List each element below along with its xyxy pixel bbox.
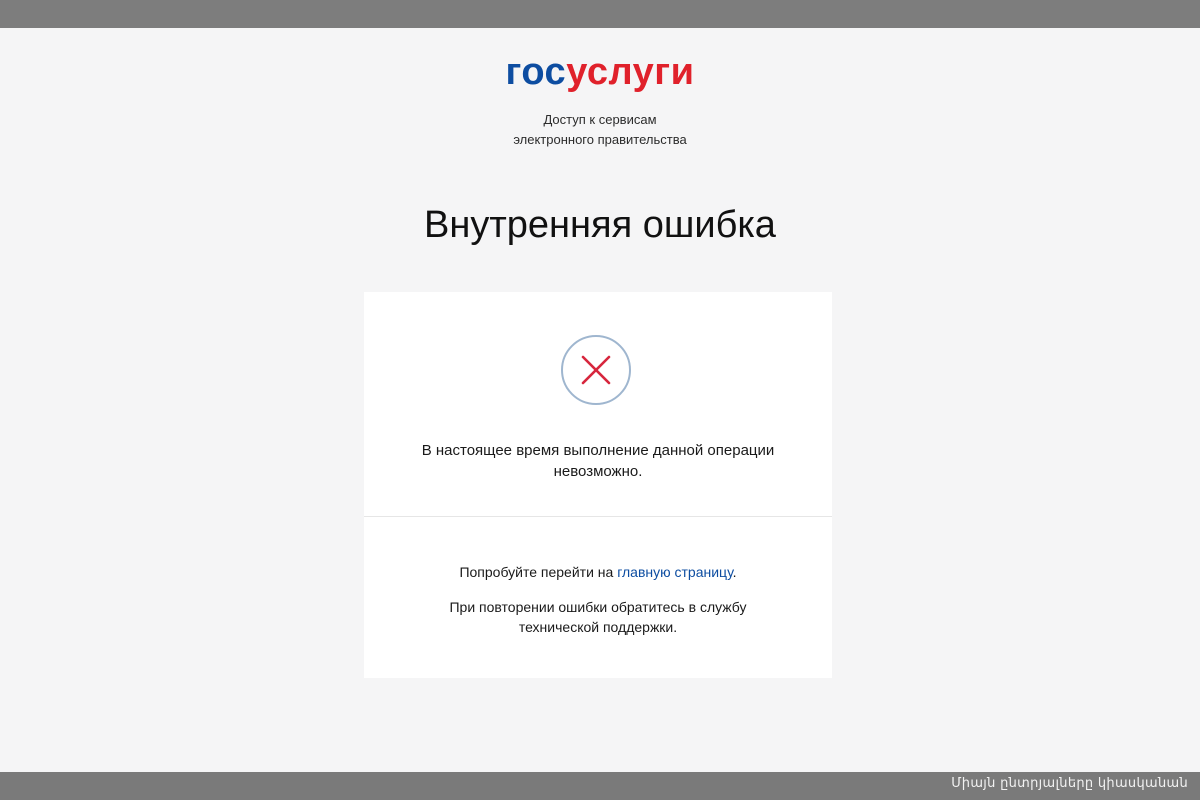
- logo-tagline: Доступ к сервисам электронного правитель…: [0, 110, 1200, 150]
- tagline-line-2: электронного правительства: [513, 132, 687, 147]
- watermark-caption: Միայն ընտրյալները կիասկանան: [951, 776, 1188, 791]
- card-divider: [364, 516, 832, 517]
- close-circle-icon: [561, 335, 631, 405]
- tagline-line-1: Доступ к сервисам: [543, 112, 657, 127]
- top-letterbox-bar: [0, 0, 1200, 28]
- error-card: В настоящее время выполнение данной опер…: [364, 292, 832, 678]
- support-message-line-2: технической поддержки.: [518, 619, 678, 635]
- gosuslugi-logo[interactable]: госуслуги: [0, 50, 1200, 94]
- logo-part-gos: гос: [505, 51, 567, 93]
- support-message-line-1: При повторении ошибки обратитесь в служб…: [449, 599, 747, 615]
- logo-part-uslugi: услуги: [566, 51, 695, 93]
- error-message: В настоящее время выполнение данной опер…: [388, 440, 808, 482]
- hint-prefix: Попробуйте перейти на: [459, 564, 618, 580]
- page-title: Внутренняя ошибка: [424, 204, 776, 246]
- support-message: При повторении ошибки обратитесь в служб…: [388, 597, 808, 637]
- hint-suffix: .: [732, 564, 737, 580]
- home-page-link[interactable]: главную страницу: [617, 564, 732, 580]
- home-page-hint: Попробуйте перейти на главную страницу.: [388, 562, 808, 582]
- error-page: госуслуги Доступ к сервисам электронного…: [0, 28, 1200, 772]
- error-message-line-1: В настоящее время выполнение данной опер…: [421, 442, 775, 459]
- error-message-line-2: невозможно.: [553, 463, 643, 480]
